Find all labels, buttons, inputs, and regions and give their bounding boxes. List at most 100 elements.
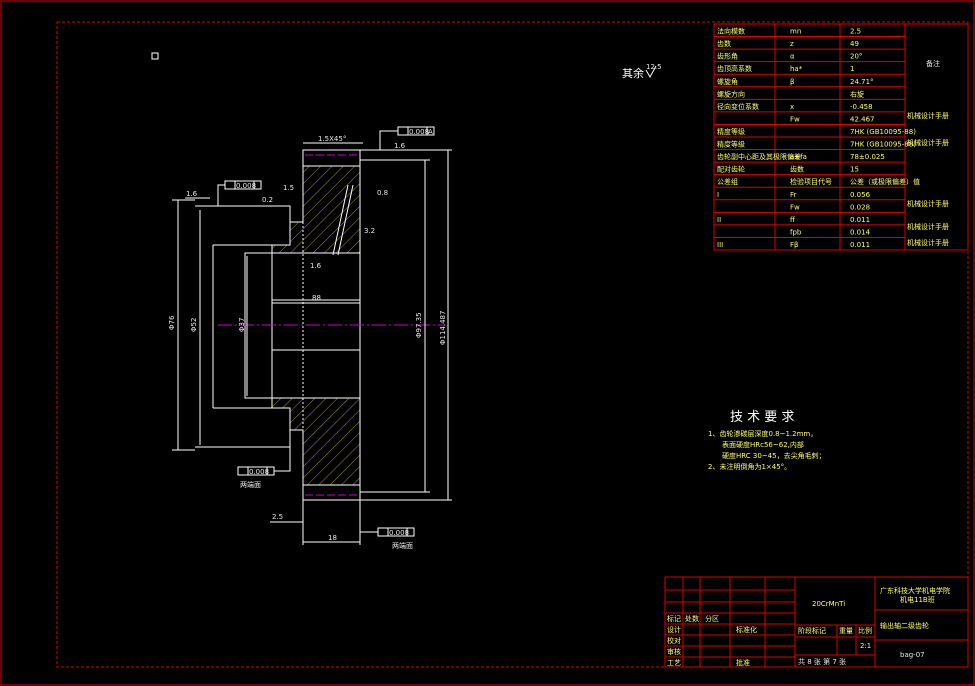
param-row-symbol: 齿数 [790,165,804,174]
dim-2-5: 2.5 [272,513,283,521]
param-row-value: 0.056 [850,191,871,199]
param-row-name: 径向变位系数 [717,102,759,111]
tech-title: 技 术 要 求 [730,410,794,425]
stage-label: 阶段标记 [798,626,826,635]
param-row-symbol: x [790,103,794,111]
param-row-value: 7HK (GB10095-88) [850,128,916,136]
std-label: 标准化 [736,625,757,634]
cad-drawing-canvas[interactable]: 其余 1 2.5 1.5X45° Φ76 Φ52 Φ37 Φ97.35 Φ114.… [0,0,975,686]
param-row-name: 齿轮副中心距及其极限偏差 [717,152,801,161]
drawing-frame [56,21,969,668]
row-label-check: 校对 [667,636,681,645]
param-row-value: 右旋 [850,89,864,98]
param-row-value: 公差（或极限偏差）值 [850,177,920,186]
param-row-symbol: ff [790,216,795,224]
tech-line-3: 硬度HRC 30~45，去尖角毛刺； [722,451,826,460]
param-row-value: 0.011 [850,241,870,249]
roughness-rest-label: 其余 [622,66,644,80]
tol-frame-2: 0.008 [236,182,256,190]
roughness-4: 1.6 [310,262,322,270]
param-row-value: 1 [850,65,854,73]
param-row-symbol: Fw [790,203,800,211]
school-label: 广东科技大学机电学院 [880,586,950,595]
approve-label: 批准 [736,658,750,667]
param-row-value: -0.458 [850,103,873,111]
param-row-value: 78±0.025 [850,153,885,161]
row-label-design: 设计 [667,625,681,634]
param-row-symbol: Fr [790,191,797,199]
tech-line-2: 表面硬度HRc56~62,内部 [722,440,804,449]
param-row-name: I [717,191,719,199]
sheet-label: 共 8 张 第 7 张 [798,657,846,666]
gear-section-view [195,149,445,501]
dim-0-2: 0.2 [262,196,273,204]
param-row-name: 齿形角 [717,52,738,61]
material-label: 20CrMnTi [812,600,845,608]
roughness-2: 0.8 [377,189,388,197]
remark-note-5: 机械设计手册 [907,238,949,247]
tech-line-4: 2、未注明倒角为1×45°。 [708,462,791,471]
title-block: 20CrMnTi 广东科技大学机电学院 机电11B班 输出轴二级齿轮 bag-0… [664,576,969,668]
col-label-count: 处数 [685,614,699,623]
dia-bore-dim: Φ97.35 [415,312,423,338]
remark-note-4: 机械设计手册 [907,222,949,231]
two-ends-label-2: 两端面 [392,541,413,550]
scale-label: 比例 [858,626,872,635]
roughness-rest: 其余 12.5 [622,63,662,80]
row-label-process: 工艺 [667,659,681,667]
col-label-zone: 分区 [705,614,719,623]
gear-parameter-table: 备注 机械设计手册 机械设计手册 机械设计手册 机械设计手册 机械设计手册 法向… [713,23,969,251]
param-row-name: II [717,216,721,224]
param-row-symbol: a±fa [790,153,807,161]
dia-37-dim: Φ37 [238,318,246,332]
param-row-name: III [717,241,723,249]
tol-frame-1: 0.008 [409,128,429,136]
param-row-name: 精度等级 [717,140,745,149]
upper-section-hatch [271,165,361,254]
param-row-value: 2.5 [850,28,861,36]
param-row-symbol: β [790,78,794,86]
tol-frame-4: 0.008 [389,529,409,537]
tech-line-1: 1、齿轮渗碳层深度0.8~1.2mm， [708,429,817,438]
two-ends-label-1: 两端面 [240,480,261,489]
lower-section-hatch [271,397,361,486]
dim-1-5: 1.5 [283,184,294,192]
param-row-symbol: ha* [790,65,803,73]
row-label-review: 审核 [667,647,681,656]
scale-value: 2:1 [860,642,871,650]
ucs-marker-icon [151,52,159,60]
param-row-value: 24.71° [850,78,874,86]
remark-note-3: 机械设计手册 [907,199,949,208]
drawing-number-label: bag-07 [900,651,925,659]
param-row-name: 公差组 [717,177,738,186]
datum-a-1: A [428,128,433,136]
param-row-symbol: fpb [790,228,802,236]
param-row-value: 7HK (GB10095-88) [850,141,916,149]
param-row-symbol: Fβ [790,241,799,249]
param-row-name: 齿顶高系数 [717,64,752,73]
part-name-label: 输出轴二级齿轮 [880,621,929,630]
param-row-value: 0.011 [850,216,870,224]
dia-tip-dim: Φ114.487 [439,311,447,345]
dia-52-dim: Φ52 [190,318,198,332]
row-label-mark: 标记 [667,614,681,623]
param-row-value: 15 [850,166,859,174]
param-row-name: 配对齿轮 [717,165,745,174]
weight-label: 重量 [839,627,853,635]
remark-note-1: 机械设计手册 [907,111,949,120]
dim-18: 18 [328,534,337,542]
param-row-name: 齿数 [717,39,731,48]
param-row-symbol: 检验项目代号 [790,177,832,186]
param-row-value: 0.014 [850,228,871,236]
param-row-value: 42.467 [850,115,875,123]
param-row-symbol: mn [790,28,801,36]
dim-1-6: 1.6 [186,190,198,198]
roughness-3: 3.2 [364,227,375,235]
class-label: 机电11B班 [900,595,935,604]
param-row-value: 49 [850,40,859,48]
param-row-value: 0.028 [850,203,870,211]
technical-requirements: 技 术 要 求 1、齿轮渗碳层深度0.8~1.2mm， 表面硬度HRc56~62… [708,410,826,471]
tol-frame-3: 0.008 [249,468,269,476]
param-row-symbol: z [790,40,794,48]
remark-header: 备注 [926,59,940,68]
